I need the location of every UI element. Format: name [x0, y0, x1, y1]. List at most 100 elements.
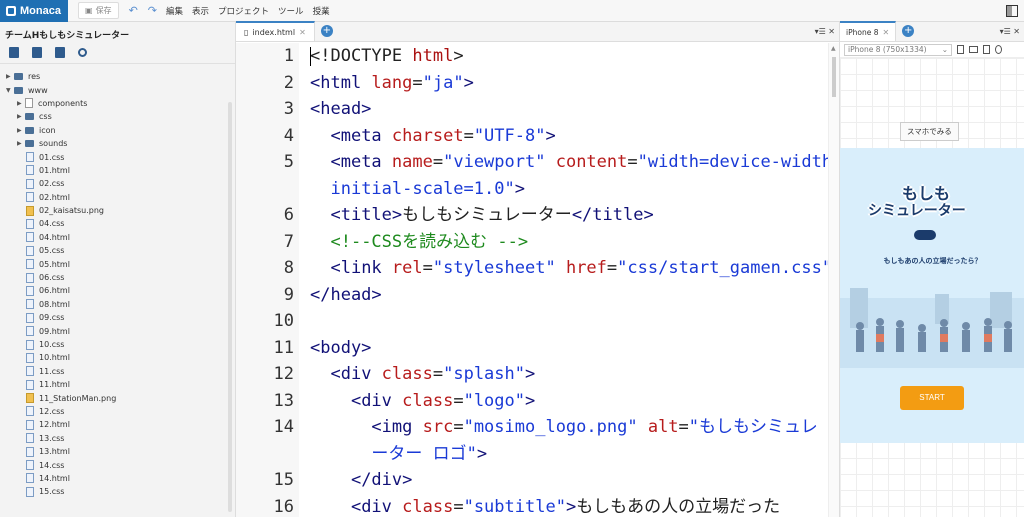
tree-item[interactable]: 06.css — [0, 271, 235, 284]
tree-item[interactable]: 12.css — [0, 405, 235, 418]
code-line[interactable]: 13 <div class="logo"> — [236, 388, 828, 415]
code-line[interactable]: ーター ロゴ"> — [236, 441, 828, 468]
chevron-right-icon[interactable]: ▶ — [17, 127, 25, 134]
new-file-icon[interactable] — [9, 47, 19, 58]
tree-item[interactable]: 05.css — [0, 244, 235, 257]
code-line[interactable]: 11 <body> — [236, 335, 828, 362]
add-tab-icon[interactable]: + — [320, 25, 333, 37]
screenshot-icon[interactable] — [983, 45, 990, 54]
tree-item[interactable]: 10.css — [0, 338, 235, 351]
file-icon: ▯ — [244, 27, 249, 37]
redo-icon[interactable]: ↷ — [148, 4, 157, 17]
code-line[interactable]: 1 <!DOCTYPE html> — [236, 43, 828, 70]
refresh-icon[interactable] — [78, 48, 87, 57]
code-area[interactable]: 1 <!DOCTYPE html> 2 <html lang="ja"> 3 <head>… — [236, 43, 828, 517]
code-line[interactable]: 8 <link rel="stylesheet" href="css/start… — [236, 255, 828, 282]
tree-item[interactable]: ▶ icon — [0, 124, 235, 137]
reload-icon[interactable] — [995, 45, 1002, 54]
tree-item-label: 09.css — [39, 313, 65, 323]
chevron-right-icon[interactable]: ▶ — [17, 113, 25, 120]
tree-item[interactable]: 02_kaisatsu.png — [0, 204, 235, 217]
tree-item[interactable]: ▶ sounds — [0, 137, 235, 150]
chevron-right-icon[interactable]: ▶ — [17, 140, 25, 147]
new-folder-icon[interactable] — [32, 47, 42, 58]
editor-scroll-thumb[interactable] — [832, 57, 836, 97]
panel-toggle-icon[interactable] — [1006, 5, 1018, 17]
code-line[interactable]: 4 <meta charset="UTF-8"> — [236, 123, 828, 150]
tree-item[interactable]: 01.css — [0, 150, 235, 163]
tab-iphone8[interactable]: iPhone 8 ✕ — [840, 21, 897, 41]
undo-icon[interactable]: ↶ — [129, 4, 138, 17]
close-icon[interactable]: ✕ — [882, 28, 889, 37]
chevron-down-icon[interactable]: ▼ — [6, 87, 14, 94]
device-select[interactable]: iPhone 8 (750x1334) ⌄ — [844, 43, 952, 56]
code-line[interactable]: 10 — [236, 308, 828, 335]
code-line[interactable]: 7 <!--CSSを読み込む --> — [236, 229, 828, 256]
project-title: チームHもしもシミュレーター — [5, 31, 130, 41]
tree-item[interactable]: ▶ res — [0, 70, 235, 83]
try-on-phone-button[interactable]: スマホでみる — [900, 122, 959, 141]
tree-item[interactable]: 05.html — [0, 257, 235, 270]
tree-item[interactable]: 12.html — [0, 418, 235, 431]
menu-class[interactable]: 授業 — [313, 5, 330, 17]
code-line[interactable]: 14 <img src="mosimo_logo.png" alt="もしもシミ… — [236, 414, 828, 441]
tree-item[interactable]: ▼ www — [0, 83, 235, 96]
code-line[interactable]: initial-scale=1.0"> — [236, 176, 828, 203]
chevron-right-icon[interactable]: ▶ — [6, 73, 14, 80]
tree-item[interactable]: ▶ components — [0, 97, 235, 110]
tree-item[interactable]: 15.css — [0, 485, 235, 498]
line-source: <!DOCTYPE html> — [310, 46, 464, 66]
tree-item[interactable]: 13.css — [0, 432, 235, 445]
code-line[interactable]: 12 <div class="splash"> — [236, 361, 828, 388]
tree-item-label: 11_StationMan.png — [39, 393, 117, 403]
menu-tools[interactable]: ツール — [278, 5, 304, 17]
tree-item-label: 15.css — [39, 487, 65, 497]
menu-project[interactable]: プロジェクト — [218, 5, 269, 17]
tree-item-label: icon — [39, 125, 56, 135]
start-button[interactable]: START — [900, 386, 964, 410]
menu-view[interactable]: 表示 — [192, 5, 209, 17]
tree-item[interactable]: 13.html — [0, 445, 235, 458]
sidebar-scrollbar[interactable] — [228, 102, 232, 512]
tree-item[interactable]: 10.html — [0, 351, 235, 364]
tree-item[interactable]: 04.css — [0, 217, 235, 230]
code-line[interactable]: 6 <title>もしもシミュレーター</title> — [236, 202, 828, 229]
monaca-logo[interactable]: Monaca — [0, 0, 68, 22]
chevron-right-icon[interactable]: ▶ — [17, 100, 25, 107]
tab-index-html[interactable]: ▯ index.html ✕ — [236, 21, 315, 41]
code-line[interactable]: 9 </head> — [236, 282, 828, 309]
tree-item[interactable]: 14.css — [0, 458, 235, 471]
tree-item[interactable]: 11.css — [0, 365, 235, 378]
add-preview-icon[interactable]: + — [902, 25, 915, 37]
menu-edit[interactable]: 編集 — [166, 5, 183, 17]
tree-item[interactable]: 11.html — [0, 378, 235, 391]
code-line[interactable]: 3 <head> — [236, 96, 828, 123]
text-cursor — [310, 47, 311, 66]
tree-item[interactable]: 09.css — [0, 311, 235, 324]
tree-item[interactable]: 08.html — [0, 298, 235, 311]
tree-item-label: 02_kaisatsu.png — [39, 206, 105, 216]
close-icon[interactable]: ✕ — [299, 28, 306, 37]
upload-icon[interactable] — [55, 47, 65, 58]
preview-menu-icon[interactable]: ▾☰ ✕ — [1000, 27, 1024, 41]
tree-item[interactable]: 02.css — [0, 177, 235, 190]
code-line[interactable]: 5 <meta name="viewport" content="width=d… — [236, 149, 828, 176]
code-line[interactable]: 16 <div class="subtitle">もしもあの人の立場だった — [236, 494, 828, 517]
save-button[interactable]: ▣ 保存 — [78, 2, 119, 19]
file-icon — [26, 326, 34, 337]
editor-scrollbar[interactable]: ▲ — [828, 43, 839, 517]
scroll-up-icon[interactable]: ▲ — [831, 45, 836, 52]
tree-item[interactable]: 04.html — [0, 231, 235, 244]
tree-item[interactable]: 09.html — [0, 324, 235, 337]
portrait-icon[interactable] — [957, 45, 964, 54]
tree-item[interactable]: 02.html — [0, 191, 235, 204]
tree-item[interactable]: 01.html — [0, 164, 235, 177]
code-line[interactable]: 2 <html lang="ja"> — [236, 70, 828, 97]
code-line[interactable]: 15 </div> — [236, 467, 828, 494]
tab-menu-icon[interactable]: ▾☰ ✕ — [815, 27, 839, 41]
tree-item[interactable]: 11_StationMan.png — [0, 391, 235, 404]
landscape-icon[interactable] — [969, 46, 978, 53]
tree-item[interactable]: 06.html — [0, 284, 235, 297]
tree-item[interactable]: 14.html — [0, 472, 235, 485]
tree-item[interactable]: ▶ css — [0, 110, 235, 123]
